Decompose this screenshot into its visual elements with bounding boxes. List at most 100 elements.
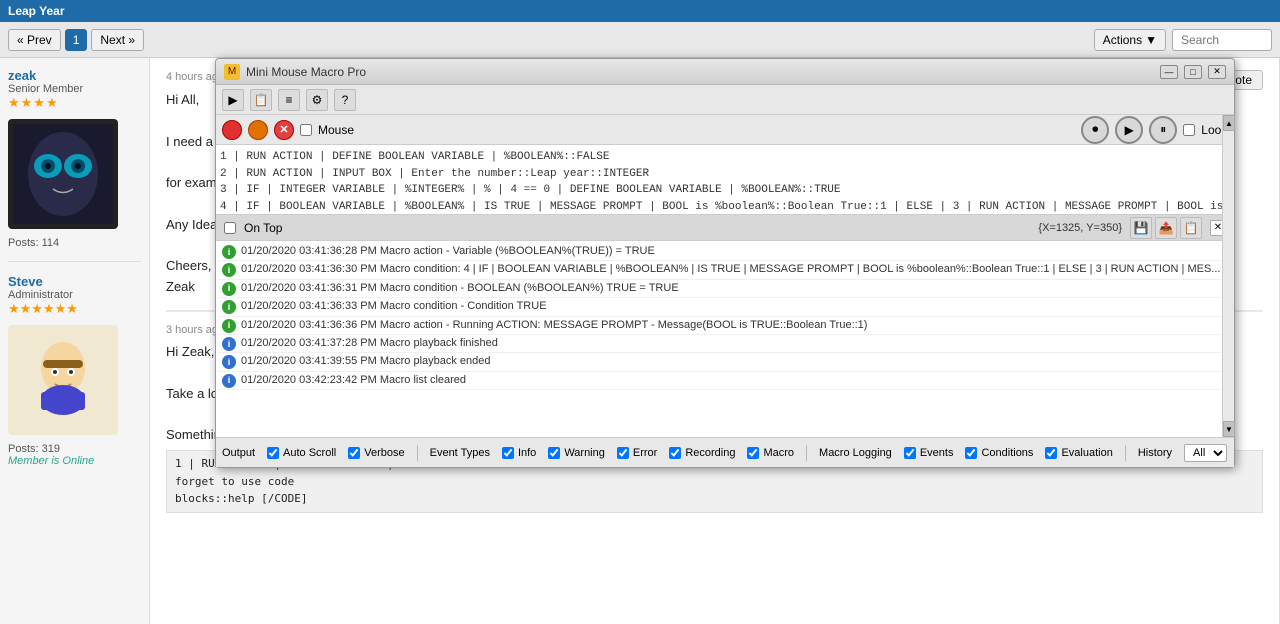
toolbar-icon-2[interactable]: 📋	[250, 89, 272, 111]
pause-button[interactable]: ⏸	[1149, 116, 1177, 144]
user2-online: Member is Online	[8, 455, 141, 467]
log-text: 01/20/2020 03:41:36:33 PM Macro conditio…	[241, 299, 547, 314]
mouse-checkbox[interactable]	[300, 124, 312, 136]
events-checkbox[interactable]	[904, 447, 916, 459]
macro-title: Mini Mouse Macro Pro	[246, 65, 1154, 79]
history-label: History	[1138, 447, 1172, 459]
log-icon: i	[222, 282, 236, 296]
verbose-label: Verbose	[364, 447, 404, 459]
user1-avatar-img	[13, 124, 113, 224]
macro-app-icon: M	[224, 64, 240, 80]
conditions-label: Conditions	[981, 447, 1033, 459]
record-play-button[interactable]: ⏺	[1081, 116, 1109, 144]
output-label: Output	[222, 447, 255, 459]
toolbar-icon-5[interactable]: ?	[334, 89, 356, 111]
log-text: 01/20/2020 03:41:36:30 PM Macro conditio…	[241, 262, 1220, 277]
error-checkbox[interactable]	[617, 447, 629, 459]
prev-button[interactable]: « Prev	[8, 29, 61, 51]
log-icon: i	[222, 374, 236, 388]
log-row: i01/20/2020 03:41:36:36 PM Macro action …	[218, 317, 1232, 335]
user1-role: Senior Member	[8, 83, 141, 95]
log-row: i 01/20/2020 03:41:39:55 PM Macro playbac…	[218, 353, 1232, 371]
log-row: i01/20/2020 03:41:36:33 PM Macro conditi…	[218, 298, 1232, 316]
history-select[interactable]: All	[1184, 444, 1227, 462]
minimize-button[interactable]: —	[1160, 65, 1178, 79]
toolbar-icon-3[interactable]: ≡	[278, 89, 300, 111]
macro-controls: ✕ Mouse ⏺ ▶ ⏸ Loop	[216, 115, 1234, 145]
toolbar-icon-1[interactable]: ▶	[222, 89, 244, 111]
log-text: 01/20/2020 03:41:37:28 PM Macro playback…	[241, 336, 498, 351]
user1-name: zeak	[8, 68, 141, 83]
scroll-up-arrow[interactable]: ▲	[1223, 115, 1235, 131]
on-top-checkbox[interactable]	[224, 222, 236, 234]
sidebar-divider	[8, 261, 141, 262]
macro-titlebar: M Mini Mouse Macro Pro — □ ✕	[216, 59, 1234, 85]
log-text: 01/20/2020 03:41:36:28 PM Macro action -…	[241, 244, 655, 259]
log-export-icon[interactable]: 📤	[1155, 217, 1177, 239]
log-save-icon[interactable]: 💾	[1130, 217, 1152, 239]
macro-footer: Output Auto Scroll Verbose Event Types I…	[216, 437, 1234, 467]
next-button[interactable]: Next »	[91, 29, 144, 51]
app-title: Leap Year	[8, 4, 64, 18]
clear-button[interactable]: ✕	[274, 120, 294, 140]
nav-bar: « Prev 1 Next » Actions ▼	[0, 22, 1280, 58]
user1-avatar	[8, 119, 118, 229]
verbose-checkbox[interactable]	[348, 447, 360, 459]
log-row: i01/20/2020 03:41:36:31 PM Macro conditi…	[218, 280, 1232, 298]
logging-section: Macro Logging	[819, 447, 892, 459]
log-text: 01/20/2020 03:41:39:55 PM Macro playback…	[241, 354, 491, 369]
code-line: 2 | RUN ACTION | INPUT BOX | Enter the n…	[220, 166, 1230, 183]
log-text: 01/20/2020 03:41:36:36 PM Macro action -…	[241, 318, 867, 333]
auto-scroll-label: Auto Scroll	[283, 447, 336, 459]
log-text: 01/20/2020 03:42:23:42 PM Macro list cle…	[241, 373, 466, 388]
mouse-label: Mouse	[318, 123, 354, 137]
auto-scroll-checkbox[interactable]	[267, 447, 279, 459]
user2-role: Administrator	[8, 289, 141, 301]
log-row: i 01/20/2020 03:41:36:30 PM Macro conditi…	[218, 261, 1232, 279]
actions-button[interactable]: Actions ▼	[1094, 29, 1166, 51]
macro-code-area: 1 | RUN ACTION | DEFINE BOOLEAN VARIABLE…	[216, 145, 1234, 215]
warning-checkbox[interactable]	[548, 447, 560, 459]
info-checkbox[interactable]	[502, 447, 514, 459]
evaluation-label: Evaluation	[1061, 447, 1112, 459]
scroll-down-arrow[interactable]: ▼	[1223, 421, 1235, 437]
code-line: 3 | IF | INTEGER VARIABLE | %INTEGER% | …	[220, 182, 1230, 199]
evaluation-checkbox[interactable]	[1045, 447, 1057, 459]
user2-info: Steve Administrator ★★★★★★ Posts: 319	[8, 274, 141, 467]
conditions-checkbox[interactable]	[965, 447, 977, 459]
log-row: i 01/20/2020 03:42:23:42 PM Macro list cl…	[218, 372, 1232, 390]
log-icon: i	[222, 355, 236, 369]
log-icon: i	[222, 245, 236, 259]
record-button[interactable]	[222, 120, 242, 140]
footer-divider2	[806, 445, 807, 461]
user2-posts: Posts: 319	[8, 443, 141, 455]
info-label: Info	[518, 447, 536, 459]
output-section: Output	[222, 447, 255, 459]
loop-checkbox[interactable]	[1183, 124, 1195, 136]
log-icon: i	[222, 337, 236, 351]
user2-avatar-img	[13, 330, 113, 430]
log-row: i 01/20/2020 03:41:37:28 PM Macro playbac…	[218, 335, 1232, 353]
macro-label: Macro	[763, 447, 794, 459]
macro-log-area[interactable]: i 01/20/2020 03:41:36:28 PM Macro action …	[216, 241, 1234, 437]
top-bar: Leap Year	[0, 0, 1280, 22]
user2-name: Steve	[8, 274, 141, 289]
recording-checkbox[interactable]	[669, 447, 681, 459]
log-icon: i	[222, 263, 236, 277]
log-copy-icon[interactable]: 📋	[1180, 217, 1202, 239]
toolbar-icon-4[interactable]: ⚙	[306, 89, 328, 111]
code-line: 1 | RUN ACTION | DEFINE BOOLEAN VARIABLE…	[220, 149, 1230, 166]
maximize-button[interactable]: □	[1184, 65, 1202, 79]
search-input[interactable]	[1172, 29, 1272, 51]
macro-checkbox[interactable]	[747, 447, 759, 459]
close-button[interactable]: ✕	[1208, 65, 1226, 79]
logging-label: Macro Logging	[819, 447, 892, 459]
warning-label: Warning	[564, 447, 605, 459]
log-action-buttons: 💾 📤 📋	[1130, 217, 1202, 239]
nav-right: Actions ▼	[1094, 29, 1272, 51]
play-button[interactable]: ▶	[1115, 116, 1143, 144]
page-number: 1	[65, 29, 88, 51]
auto-scroll-section: Auto Scroll	[267, 447, 336, 459]
stop-button[interactable]	[248, 120, 268, 140]
macro-toolbar: ▶ 📋 ≡ ⚙ ?	[216, 85, 1234, 115]
